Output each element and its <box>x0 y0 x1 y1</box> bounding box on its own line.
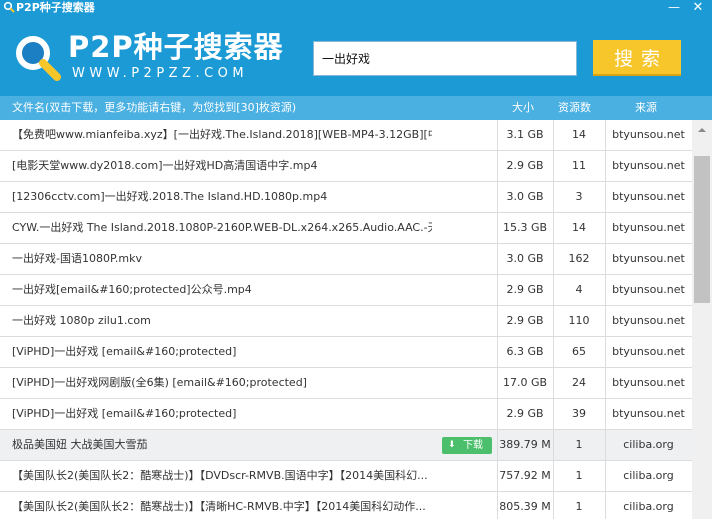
table-row[interactable]: [12306cctv.com]一出好戏.2018.The Island.HD.1… <box>0 182 692 213</box>
row-count: 110 <box>568 314 590 327</box>
row-size: 3.1 GB <box>506 128 544 141</box>
table-row[interactable]: [ViPHD]一出好戏 [email&#160;protected] 2.9 G… <box>0 399 692 430</box>
row-source: ciliba.org <box>623 500 674 513</box>
row-count: 3 <box>575 190 583 203</box>
logo-subtitle: WWW.P2PZZ.COM <box>72 66 249 81</box>
table-row[interactable]: [电影天堂www.dy2018.com]一出好戏HD高清国语中字.mp4 2.9… <box>0 151 692 182</box>
title-bar: P2P种子搜索器 — ✕ <box>0 0 712 16</box>
row-filename: 一出好戏-国语1080P.mkv <box>12 252 142 265</box>
table-row[interactable]: 一出好戏-国语1080P.mkv 3.0 GB 162 btyunsou.net <box>0 244 692 275</box>
row-filename: 一出好戏 1080p zilu1.com <box>12 314 151 327</box>
logo-title: P2P种子搜索器 <box>68 30 284 64</box>
row-filename: [12306cctv.com]一出好戏.2018.The Island.HD.1… <box>12 190 328 203</box>
download-button[interactable]: ⬇ 下载 <box>442 437 492 454</box>
magnifier-icon <box>3 1 15 13</box>
row-size: 2.9 GB <box>506 407 544 420</box>
row-count: 162 <box>568 252 590 265</box>
close-button[interactable]: ✕ <box>688 0 708 16</box>
row-count: 1 <box>575 469 583 482</box>
column-header: 文件名(双击下载，更多功能请右键，为您找到[30]枚资源) 大小 资源数 来源 <box>0 96 712 120</box>
row-count: 65 <box>572 345 586 358</box>
row-source: ciliba.org <box>623 469 674 482</box>
scroll-up-arrow-icon[interactable] <box>692 120 712 140</box>
row-filename: [ViPHD]一出好戏网剧版(全6集) [email&#160;protecte… <box>12 376 307 389</box>
row-source: btyunsou.net <box>612 190 685 203</box>
results-list: 【免费吧www.mianfeiba.xyz】[一出好戏.The.Island.2… <box>0 120 692 519</box>
table-row[interactable]: [ViPHD]一出好戏 [email&#160;protected] 6.3 G… <box>0 337 692 368</box>
row-source: btyunsou.net <box>612 376 685 389</box>
row-size: 17.0 GB <box>502 376 548 389</box>
row-count: 1 <box>575 438 583 451</box>
row-source: btyunsou.net <box>612 128 685 141</box>
row-size: 389.79 M <box>499 438 551 451</box>
row-filename: [ViPHD]一出好戏 [email&#160;protected] <box>12 407 237 420</box>
row-source: ciliba.org <box>623 438 674 451</box>
row-count: 1 <box>575 500 583 513</box>
row-filename: [电影天堂www.dy2018.com]一出好戏HD高清国语中字.mp4 <box>12 159 318 172</box>
row-size: 2.9 GB <box>506 159 544 172</box>
minimize-button[interactable]: — <box>664 0 684 16</box>
column-count[interactable]: 资源数 <box>558 96 591 120</box>
row-size: 15.3 GB <box>502 221 548 234</box>
row-size: 757.92 M <box>499 469 551 482</box>
table-row[interactable]: CYW.一出好戏 The Island.2018.1080P-2160P.WEB… <box>0 213 692 244</box>
row-filename: 极品美国妞 大战美国大雪茄 <box>12 438 148 451</box>
row-source: btyunsou.net <box>612 314 685 327</box>
window-title: P2P种子搜索器 <box>16 1 95 14</box>
search-button[interactable]: 搜索 <box>593 40 681 76</box>
table-row[interactable]: 【美国队长2(美国队长2：酷寒战士)】【DVDscr-RMVB.国语中字】【20… <box>0 461 692 492</box>
download-arrow-icon: ⬇ <box>448 440 456 450</box>
magnifier-logo-icon <box>16 36 61 81</box>
row-filename: 【免费吧www.mianfeiba.xyz】[一出好戏.The.Island.2… <box>12 128 432 141</box>
row-filename: 一出好戏[email&#160;protected]公众号.mp4 <box>12 283 252 296</box>
row-filename: 【美国队长2(美国队长2：酷寒战士)】【DVDscr-RMVB.国语中字】【20… <box>12 469 428 482</box>
row-size: 805.39 M <box>499 500 551 513</box>
row-source: btyunsou.net <box>612 407 685 420</box>
row-count: 4 <box>575 283 583 296</box>
row-size: 3.0 GB <box>506 252 544 265</box>
row-count: 24 <box>572 376 586 389</box>
table-row-highlighted[interactable]: 极品美国妞 大战美国大雪茄 ⬇ 下载 389.79 M 1 ciliba.org <box>0 430 692 461</box>
table-row[interactable]: 【免费吧www.mianfeiba.xyz】[一出好戏.The.Island.2… <box>0 120 692 151</box>
vertical-scrollbar[interactable] <box>692 120 712 519</box>
row-source: btyunsou.net <box>612 345 685 358</box>
row-size: 2.9 GB <box>506 283 544 296</box>
table-row[interactable]: 一出好戏 1080p zilu1.com 2.9 GB 110 btyunsou… <box>0 306 692 337</box>
column-source[interactable]: 来源 <box>635 96 657 120</box>
row-size: 6.3 GB <box>506 345 544 358</box>
row-source: btyunsou.net <box>612 159 685 172</box>
row-source: btyunsou.net <box>612 283 685 296</box>
row-size: 3.0 GB <box>506 190 544 203</box>
row-filename: CYW.一出好戏 The Island.2018.1080P-2160P.WEB… <box>12 221 432 234</box>
table-row[interactable]: 【美国队长2(美国队长2：酷寒战士)】【清晰HC-RMVB.中字】【2014美国… <box>0 492 692 519</box>
header: P2P种子搜索器 WWW.P2PZZ.COM 搜索 <box>0 16 712 96</box>
row-filename: 【美国队长2(美国队长2：酷寒战士)】【清晰HC-RMVB.中字】【2014美国… <box>12 500 426 513</box>
download-label: 下载 <box>463 440 483 451</box>
row-count: 39 <box>572 407 586 420</box>
column-size[interactable]: 大小 <box>512 96 534 120</box>
column-name[interactable]: 文件名(双击下载，更多功能请右键，为您找到[30]枚资源) <box>12 96 296 120</box>
row-source: btyunsou.net <box>612 221 685 234</box>
row-size: 2.9 GB <box>506 314 544 327</box>
search-input[interactable] <box>313 41 577 76</box>
row-count: 14 <box>572 128 586 141</box>
scrollbar-thumb[interactable] <box>694 156 710 303</box>
table-row[interactable]: [ViPHD]一出好戏网剧版(全6集) [email&#160;protecte… <box>0 368 692 399</box>
row-source: btyunsou.net <box>612 252 685 265</box>
row-count: 14 <box>572 221 586 234</box>
row-filename: [ViPHD]一出好戏 [email&#160;protected] <box>12 345 237 358</box>
row-count: 11 <box>572 159 586 172</box>
table-row[interactable]: 一出好戏[email&#160;protected]公众号.mp4 2.9 GB… <box>0 275 692 306</box>
